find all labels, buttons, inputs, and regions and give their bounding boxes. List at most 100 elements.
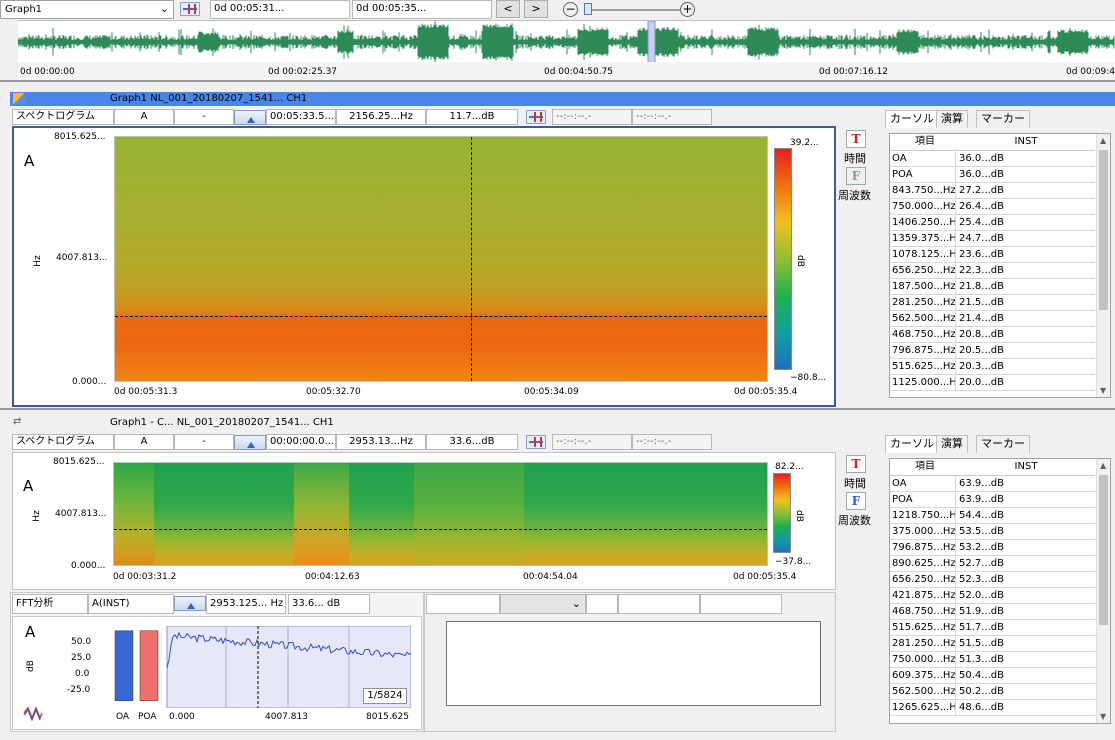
table-row[interactable]: 515.625...Hz 51.7...dB — [890, 620, 1095, 636]
table-row[interactable]: POA 63.9...dB — [890, 492, 1095, 508]
overview-tick: 0d 00:07:16.12 — [819, 67, 889, 77]
table-row[interactable]: 609.375...Hz 50.4...dB — [890, 668, 1095, 684]
lower-field-3[interactable] — [618, 594, 700, 614]
table-row[interactable]: 1078.125...Hz 23.6...dB — [890, 247, 1095, 263]
table-row[interactable]: 468.750...Hz 20.8...dB — [890, 327, 1095, 343]
zoom-in-icon[interactable]: + — [680, 2, 695, 17]
overview-axis: 0d 00:00:00 0d 00:02:25.37 0d 00:04:50.7… — [18, 62, 1115, 80]
t-axis-icon[interactable]: T — [846, 455, 866, 473]
table-row[interactable]: 281.250...Hz 51.5...dB — [890, 636, 1095, 652]
table-row[interactable]: 656.250...Hz 22.3...dB — [890, 263, 1095, 279]
tab-calc[interactable]: 演算 — [936, 110, 968, 128]
overview-waveform[interactable] — [18, 20, 1115, 62]
graph1-cursor-v[interactable] — [471, 137, 472, 381]
table-row[interactable]: 750.000...Hz 51.3...dB — [890, 652, 1095, 668]
panel1-table: 項目 INST OA 36.0...dB POA 36.0...dB 843.750..… — [889, 133, 1111, 398]
graph2-weight[interactable]: A — [114, 434, 174, 450]
table-row[interactable]: POA 36.0...dB — [890, 167, 1095, 183]
graph2-level: 33.6...dB — [426, 434, 518, 450]
graph2-dash[interactable]: - — [174, 434, 234, 450]
graph1-cursor-h[interactable] — [115, 316, 767, 317]
range-icon[interactable] — [180, 2, 200, 16]
lower-field-4[interactable] — [700, 594, 782, 614]
fft-mode[interactable]: FFT分析 — [12, 594, 88, 614]
next-button[interactable]: > — [524, 0, 548, 18]
tab-calc[interactable]: 演算 — [936, 435, 968, 453]
range-icon[interactable] — [526, 435, 546, 449]
zoom-slider[interactable] — [584, 9, 680, 11]
cursor-icon[interactable] — [234, 435, 266, 450]
tab-marker[interactable]: マーカー — [976, 435, 1030, 453]
table-row[interactable]: 281.250...Hz 21.5...dB — [890, 295, 1095, 311]
graph1-blank1: --:--:--.- — [552, 109, 632, 125]
lower-dropdown[interactable]: ⌄ — [500, 594, 586, 614]
cursor-icon[interactable] — [174, 596, 206, 611]
table-row[interactable]: 796.875...Hz 20.5...dB — [890, 343, 1095, 359]
row-value: 36.0...dB — [959, 153, 1005, 164]
table-row[interactable]: 468.750...Hz 51.9...dB — [890, 604, 1095, 620]
graph2-time: 00:00:00.0... — [266, 434, 336, 450]
row-item: 750.000...Hz — [892, 652, 956, 667]
graph2-spectrogram[interactable] — [113, 462, 768, 566]
table-row[interactable]: 562.500...Hz 21.4...dB — [890, 311, 1095, 327]
graph1-dash[interactable]: - — [174, 109, 234, 125]
graph-select[interactable]: Graph1 ⌄ — [0, 0, 174, 19]
row-item: OA — [890, 151, 956, 166]
graph1-time: 00:05:33.5... — [266, 109, 336, 125]
table-row[interactable]: 562.500...Hz 50.2...dB — [890, 684, 1095, 700]
fft-plot-frame[interactable]: A dB 50.0 25.0 0.0 -25.0 OA POA 0.000 40… — [12, 616, 422, 730]
prev-button[interactable]: < — [496, 0, 520, 18]
row-value: 54.4...dB — [959, 510, 1005, 521]
table-row[interactable]: 375.000...Hz 53.5...dB — [890, 524, 1095, 540]
lower-field-2[interactable] — [586, 594, 618, 614]
table-row[interactable]: 1265.625...Hz 48.6...dB — [890, 700, 1095, 716]
graph1-title: Graph1 NL_001_20180207_1541... CH1 — [110, 93, 308, 104]
table-row[interactable]: 187.500...Hz 21.8...dB — [890, 279, 1095, 295]
graph2-cursor-h[interactable] — [114, 529, 767, 530]
f-axis-icon[interactable]: F — [846, 167, 866, 185]
row-value: 22.3...dB — [959, 265, 1005, 276]
table-row[interactable]: 1359.375...Hz 24.7...dB — [890, 231, 1095, 247]
tab-cursor[interactable]: カーソル — [885, 435, 939, 453]
wave-toggle-icon[interactable] — [23, 705, 43, 722]
graph1-weight[interactable]: A — [114, 109, 174, 125]
graph-icon — [13, 93, 25, 104]
cursor-icon[interactable] — [234, 110, 266, 125]
table-row[interactable]: 656.250...Hz 52.3...dB — [890, 572, 1095, 588]
row-value: 48.6...dB — [959, 702, 1005, 713]
zoom-slider-thumb[interactable] — [584, 3, 592, 15]
row-value: 36.0...dB — [959, 169, 1005, 180]
table-row[interactable]: OA 63.9...dB — [890, 476, 1095, 492]
table-row[interactable]: 843.750...Hz 27.2...dB — [890, 183, 1095, 199]
graph2-plot-frame[interactable]: A 8015.625... 4007.813... 0.000... Hz 0d… — [12, 452, 836, 590]
row-item: 1359.375...Hz — [892, 231, 956, 246]
row-value: 63.9...dB — [959, 494, 1005, 505]
row-item: 468.750...Hz — [892, 604, 956, 619]
time-start-field[interactable]: 0d 00:05:31... — [210, 0, 350, 19]
graph2-mode[interactable]: スペクトログラム — [12, 434, 114, 450]
table-row[interactable]: 796.875...Hz 53.2...dB — [890, 540, 1095, 556]
table-row[interactable]: OA 36.0...dB — [890, 151, 1095, 167]
lower-field-1[interactable] — [426, 594, 500, 614]
table-row[interactable]: 421.875...Hz 52.0...dB — [890, 588, 1095, 604]
table-row[interactable]: 1218.750...Hz 54.4...dB — [890, 508, 1095, 524]
t-axis-icon[interactable]: T — [846, 130, 866, 148]
table-row[interactable]: 750.000...Hz 26.4...dB — [890, 199, 1095, 215]
scrollbar[interactable]: ▲ ▼ — [1096, 459, 1110, 723]
table-row[interactable]: 890.625...Hz 52.7...dB — [890, 556, 1095, 572]
zoom-out-icon[interactable]: − — [563, 2, 578, 17]
graph1-mode[interactable]: スペクトログラム — [12, 109, 114, 125]
tab-cursor[interactable]: カーソル — [885, 110, 939, 128]
graph1-spectrogram[interactable] — [114, 136, 768, 382]
time-end-field[interactable]: 0d 00:05:35... — [352, 0, 492, 19]
table-row[interactable]: 515.625...Hz 20.3...dB — [890, 359, 1095, 375]
graph1-plot-frame[interactable]: A 8015.625... 4007.813... 0.000... Hz 0d… — [12, 126, 836, 407]
range-icon[interactable] — [526, 110, 546, 124]
table-row[interactable]: 1125.000...Hz 20.0...dB — [890, 375, 1095, 391]
tab-marker[interactable]: マーカー — [976, 110, 1030, 128]
fft-weight[interactable]: A(INST) — [88, 594, 174, 614]
table-row[interactable]: 1406.250...Hz 25.4...dB — [890, 215, 1095, 231]
f-axis-icon[interactable]: F — [846, 492, 866, 510]
graph2-scale-min: −37.8... — [775, 557, 812, 567]
scrollbar[interactable]: ▲ ▼ — [1096, 134, 1110, 397]
